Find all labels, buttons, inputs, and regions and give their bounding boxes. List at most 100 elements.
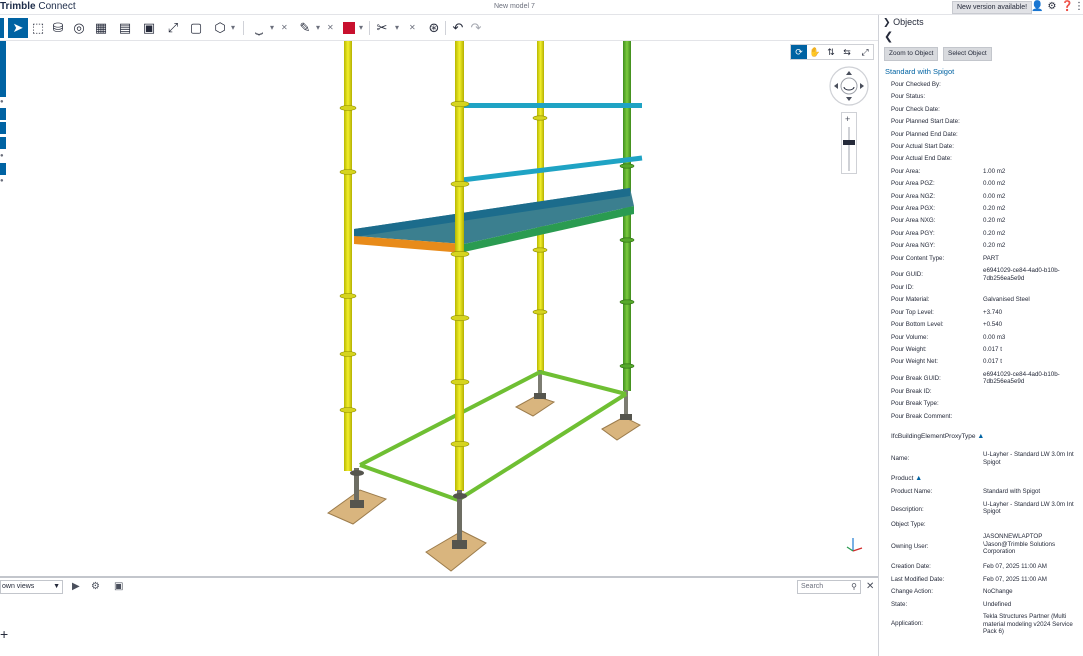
orbit-icon[interactable]: ⟳ xyxy=(791,45,807,59)
close-icon[interactable]: ✕ xyxy=(409,18,416,38)
zoom-slider[interactable]: + xyxy=(841,112,857,174)
fly-icon[interactable]: ⇆ xyxy=(839,45,855,59)
new-version-button[interactable]: New version available! xyxy=(952,1,1033,14)
brand-name: Trimble xyxy=(0,1,36,12)
property-label: Pour Bottom Level: xyxy=(891,321,944,329)
more-icon[interactable]: ⋮ xyxy=(1073,1,1083,13)
redo-icon[interactable]: ↷ xyxy=(468,18,484,38)
ifc-section-header[interactable]: IfcBuildingElementProxyType ▲ xyxy=(891,433,984,440)
chevron-down-icon[interactable]: ▾ xyxy=(359,18,363,38)
property-label: Pour Area NGZ: xyxy=(891,192,936,200)
property-label: Pour Planned Start Date: xyxy=(891,118,960,126)
scaffold-model[interactable] xyxy=(7,41,878,576)
property-label: Pour ID: xyxy=(891,284,914,291)
left-strip-tab[interactable] xyxy=(0,163,6,175)
property-label: Object Type: xyxy=(891,520,926,528)
property-value: +3.740 xyxy=(983,308,1003,316)
chevron-up-icon[interactable]: ▲ xyxy=(977,433,984,440)
toolbar-divider xyxy=(243,21,244,35)
property-value: Feb 07, 2025 11:00 AM xyxy=(983,563,1047,570)
product-section-header[interactable]: Product ▲ xyxy=(891,475,922,482)
walk-icon[interactable]: ⇅ xyxy=(823,45,839,59)
property-label: Pour Top Level: xyxy=(891,308,934,316)
hide-icon[interactable]: ◎ xyxy=(70,18,88,38)
isolate-icon[interactable]: ▢ xyxy=(187,18,205,38)
level-icon[interactable]: ⏟ xyxy=(250,18,268,38)
close-icon[interactable]: ✕ xyxy=(327,18,334,38)
left-strip-tab[interactable] xyxy=(0,122,6,134)
property-value: U-Layher - Standard LW 3.0m Int Spigot xyxy=(983,500,1074,516)
back-icon[interactable]: ❮ xyxy=(884,30,893,43)
toolbar-divider xyxy=(369,21,370,35)
title-bar: Trimble Connect New model 7 New version … xyxy=(0,0,1083,15)
property-label: Pour Volume: xyxy=(891,333,929,341)
color-swatch[interactable] xyxy=(343,22,355,34)
property-label: Pour Break GUID: xyxy=(891,374,941,382)
cursor-icon[interactable]: ➤ xyxy=(8,18,28,38)
help-icon[interactable]: ❓ xyxy=(1061,1,1073,13)
search-icon[interactable]: ⚲ xyxy=(851,581,857,593)
gear-icon[interactable]: ⚙ xyxy=(1046,1,1058,13)
views-dropdown-label: own views xyxy=(2,583,35,590)
orbit-compass[interactable] xyxy=(828,65,870,107)
property-label: Pour Actual End Date: xyxy=(891,155,952,163)
clip-icon[interactable]: ▣ xyxy=(140,18,158,38)
property-label: Pour Break Comment: xyxy=(891,412,953,420)
section-icon[interactable]: ▦ xyxy=(92,18,110,38)
chevron-up-icon[interactable]: ▲ xyxy=(915,475,922,482)
left-strip-icon[interactable]: ● xyxy=(0,178,6,186)
left-strip-icon[interactable]: ● xyxy=(0,153,6,161)
left-strip-tab[interactable] xyxy=(0,108,6,120)
toolbar-edge xyxy=(0,18,4,38)
user-icon[interactable]: 👤 xyxy=(1031,1,1043,13)
chevron-down-icon[interactable]: ▾ xyxy=(231,18,235,38)
chevron-down-icon[interactable]: ▾ xyxy=(270,18,274,38)
property-value: U-Layher - Standard LW 3.0m Int Spigot xyxy=(983,451,1074,466)
close-icon[interactable]: ✕ xyxy=(866,580,874,594)
property-value: 0.20 m2 xyxy=(983,242,1006,250)
chevron-down-icon[interactable]: ▾ xyxy=(395,18,399,38)
left-strip-tab[interactable] xyxy=(0,41,6,97)
camera-icon[interactable]: ▣ xyxy=(114,580,123,594)
main-toolbar: ➤ ⬚ ⛁ ◎ ▦ ▤ ▣ ⤢ ▢ ⬡ ▾ ⏟ ▾ ✕ ✎ ▾ ✕ ▾ ✂ ▾ … xyxy=(0,15,878,41)
property-value: +0.540 xyxy=(983,321,1003,329)
scissors-icon[interactable]: ✂ xyxy=(373,18,391,38)
property-value: Tekla Structures Partner (Multi material… xyxy=(983,613,1073,635)
chevron-down-icon[interactable]: ▾ xyxy=(316,18,320,38)
search-input[interactable]: Search ⚲ xyxy=(797,580,861,594)
zoom-to-object-button[interactable]: Zoom to Object xyxy=(884,47,939,61)
property-label: Pour Area NXG: xyxy=(891,217,936,225)
lasso-select-icon[interactable]: ⛁ xyxy=(49,18,67,38)
box-select-icon[interactable]: ⬚ xyxy=(29,18,47,38)
model-viewport[interactable]: ⟳ ✋ ⇅ ⇆ ⤢ + xyxy=(7,41,878,576)
markup-pen-icon[interactable]: ✎ xyxy=(296,18,314,38)
add-view-icon[interactable]: + xyxy=(0,626,8,642)
undo-icon[interactable]: ↶ xyxy=(450,18,466,38)
view-cube-icon[interactable]: ⬡ xyxy=(211,18,229,38)
zoom-in-icon[interactable]: + xyxy=(845,114,850,124)
property-value: Galvanised Steel xyxy=(983,296,1030,304)
gear-icon[interactable]: ⚙ xyxy=(91,580,100,594)
play-icon[interactable]: ▶ xyxy=(72,580,80,594)
property-value: NoChange xyxy=(983,588,1013,595)
filter-icon[interactable]: ⊛ xyxy=(425,18,443,38)
select-object-button[interactable]: Select Object xyxy=(943,47,992,61)
left-strip-icon[interactable]: ● xyxy=(0,99,6,107)
views-dropdown[interactable]: own views ▼ xyxy=(0,580,63,594)
property-label: Application: xyxy=(891,620,923,627)
property-value: JASONNEWLAPTOP \Jason@Trimble Solutions … xyxy=(983,533,1056,555)
property-value: 0.017 t xyxy=(983,346,1002,353)
fit-icon[interactable]: ⤢ xyxy=(164,18,182,38)
zoom-handle[interactable] xyxy=(843,140,855,145)
model-title: New model 7 xyxy=(494,3,535,10)
fullscreen-icon[interactable]: ⤢ xyxy=(857,45,873,59)
left-strip-tab[interactable] xyxy=(0,137,6,149)
property-label: Last Modified Date: xyxy=(891,575,945,583)
property-value: Standard with Spigot xyxy=(983,488,1041,495)
measure-icon[interactable]: ▤ xyxy=(116,18,134,38)
panel-collapse-icon[interactable]: ❯ xyxy=(883,17,891,27)
pan-hand-icon[interactable]: ✋ xyxy=(807,45,823,59)
property-label: Pour Weight: xyxy=(891,346,927,353)
close-icon[interactable]: ✕ xyxy=(281,18,288,38)
property-label: Pour Area PGX: xyxy=(891,205,936,212)
